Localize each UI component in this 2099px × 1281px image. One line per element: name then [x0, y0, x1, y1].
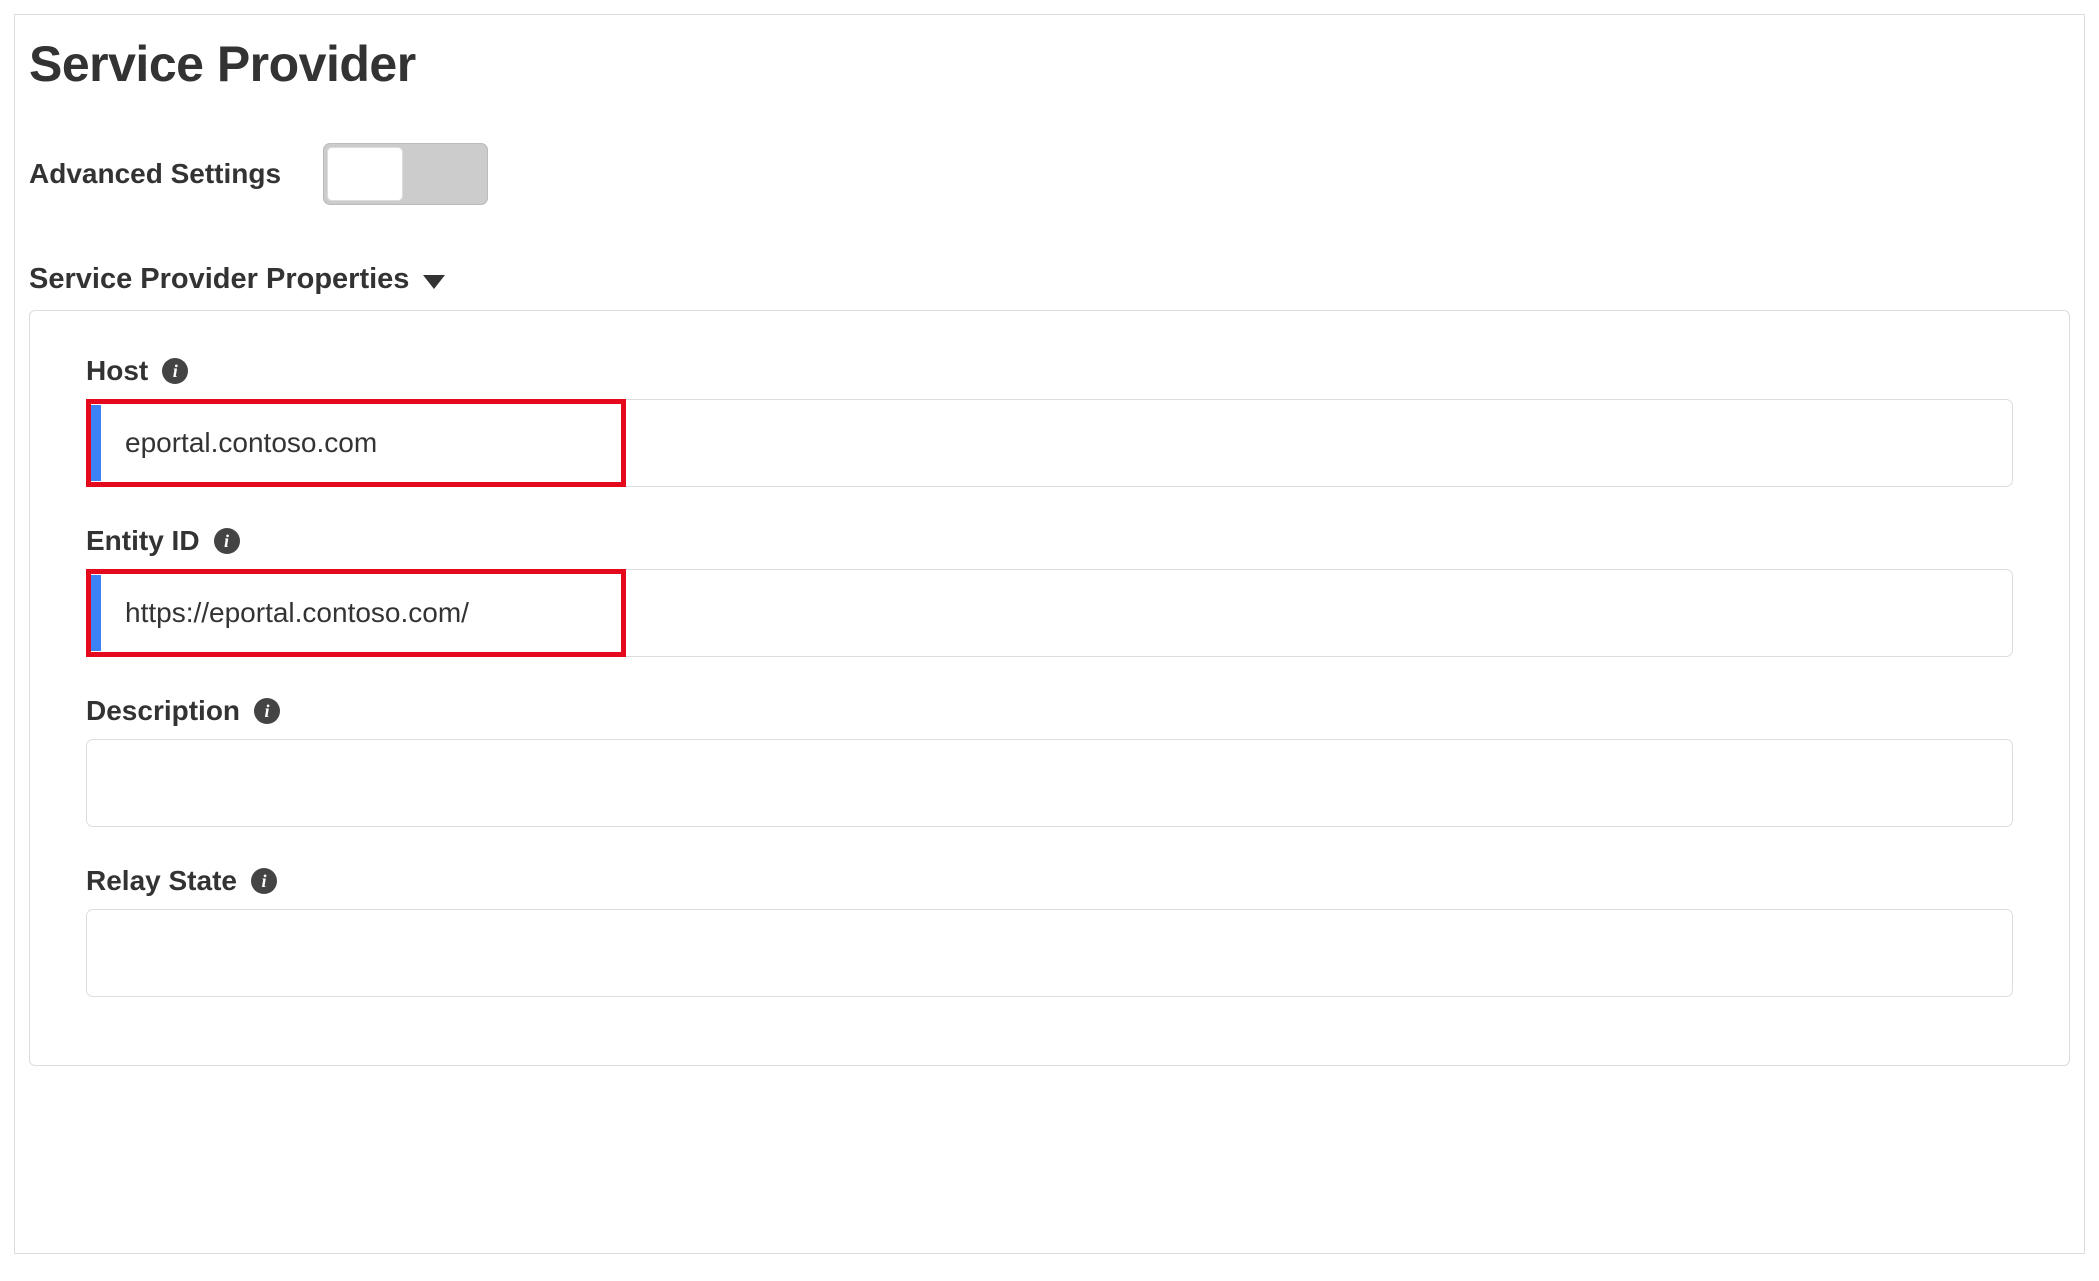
description-label-row: Description i — [86, 695, 2013, 727]
properties-section-header[interactable]: Service Provider Properties — [29, 263, 2070, 296]
host-label-row: Host i — [86, 355, 2013, 387]
entity-id-field-group: Entity ID i — [86, 525, 2013, 657]
description-label: Description — [86, 695, 240, 727]
host-field-group: Host i — [86, 355, 2013, 487]
description-input-wrap — [86, 739, 2013, 827]
host-input-wrap — [86, 399, 2013, 487]
relay-state-field-group: Relay State i — [86, 865, 2013, 997]
description-field-group: Description i — [86, 695, 2013, 827]
relay-state-input-wrap — [86, 909, 2013, 997]
entity-id-input[interactable] — [86, 569, 2013, 657]
page-title: Service Provider — [29, 35, 2070, 93]
info-icon[interactable]: i — [162, 358, 188, 384]
input-accent — [90, 405, 101, 481]
entity-id-label: Entity ID — [86, 525, 200, 557]
host-label: Host — [86, 355, 148, 387]
advanced-settings-toggle[interactable] — [323, 143, 488, 205]
input-accent — [90, 575, 101, 651]
relay-state-input[interactable] — [86, 909, 2013, 997]
description-input[interactable] — [86, 739, 2013, 827]
advanced-settings-row: Advanced Settings — [29, 143, 2070, 205]
entity-id-label-row: Entity ID i — [86, 525, 2013, 557]
info-icon[interactable]: i — [214, 528, 240, 554]
entity-id-input-wrap — [86, 569, 2013, 657]
relay-state-label-row: Relay State i — [86, 865, 2013, 897]
info-icon[interactable]: i — [251, 868, 277, 894]
toggle-handle — [327, 147, 403, 201]
properties-section-title: Service Provider Properties — [29, 263, 409, 296]
info-icon[interactable]: i — [254, 698, 280, 724]
advanced-settings-label: Advanced Settings — [29, 158, 281, 190]
chevron-down-icon — [423, 275, 445, 289]
host-input[interactable] — [86, 399, 2013, 487]
page-container: Service Provider Advanced Settings Servi… — [14, 14, 2085, 1254]
relay-state-label: Relay State — [86, 865, 237, 897]
properties-panel: Host i Entity ID i Description — [29, 310, 2070, 1066]
